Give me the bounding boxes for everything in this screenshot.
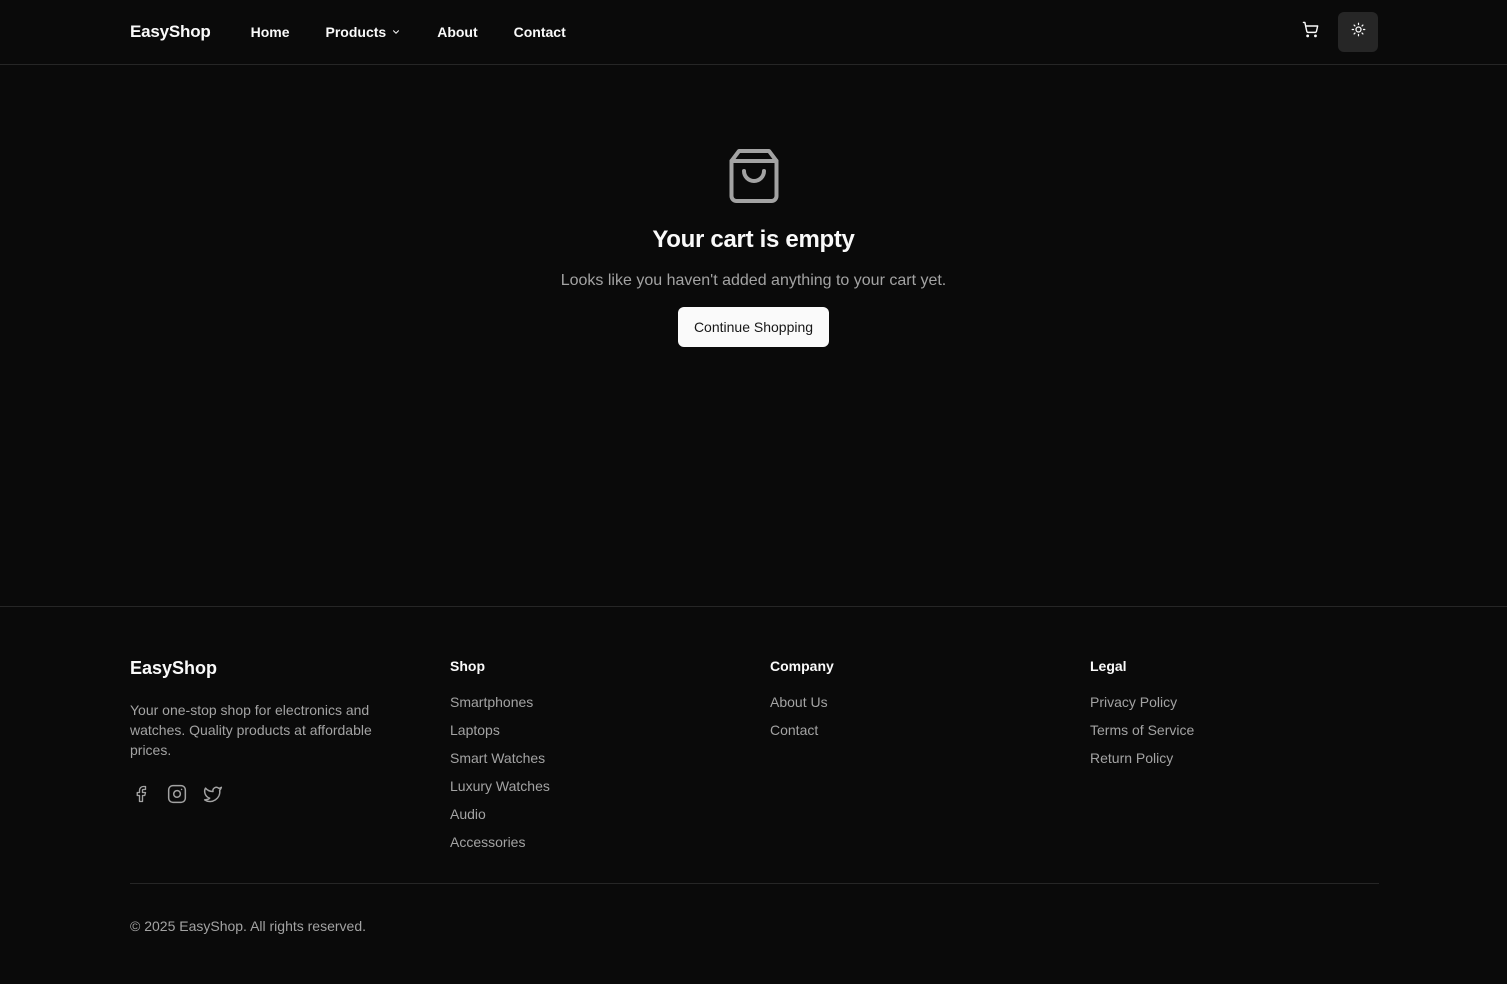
brand-logo[interactable]: EasyShop bbox=[130, 22, 211, 42]
footer-columns: EasyShop Your one-stop shop for electron… bbox=[130, 607, 1379, 867]
instagram-icon[interactable] bbox=[166, 783, 188, 805]
sun-icon bbox=[1351, 22, 1366, 42]
cart-button[interactable] bbox=[1290, 12, 1330, 52]
facebook-icon[interactable] bbox=[130, 783, 152, 805]
footer-link-audio[interactable]: Audio bbox=[450, 804, 550, 832]
nav-products[interactable]: Products bbox=[326, 24, 402, 40]
site-header: EasyShop Home Products About Contact bbox=[0, 0, 1507, 65]
footer-company-heading: Company bbox=[770, 658, 834, 674]
theme-toggle-button[interactable] bbox=[1338, 12, 1378, 52]
page: EasyShop Home Products About Contact You… bbox=[0, 0, 1507, 984]
header-actions bbox=[1290, 12, 1378, 52]
footer-link-about-us[interactable]: About Us bbox=[770, 692, 828, 720]
footer-shop-links: Smartphones Laptops Smart Watches Luxury… bbox=[450, 692, 550, 860]
header-inner: EasyShop Home Products About Contact bbox=[130, 0, 1378, 64]
site-footer: EasyShop Your one-stop shop for electron… bbox=[0, 606, 1507, 984]
footer-link-return-policy[interactable]: Return Policy bbox=[1090, 748, 1194, 776]
shopping-bag-icon bbox=[724, 145, 784, 207]
footer-link-smart-watches[interactable]: Smart Watches bbox=[450, 748, 550, 776]
continue-shopping-button[interactable]: Continue Shopping bbox=[677, 307, 830, 347]
twitter-icon[interactable] bbox=[202, 783, 224, 805]
chevron-down-icon bbox=[391, 27, 401, 37]
nav-about[interactable]: About bbox=[437, 24, 477, 40]
copyright-text: © 2025 EasyShop. All rights reserved. bbox=[130, 918, 366, 934]
footer-brand: EasyShop bbox=[130, 658, 218, 678]
empty-cart-title: Your cart is empty bbox=[652, 226, 855, 253]
main-nav: EasyShop Home Products About Contact bbox=[130, 22, 602, 42]
footer-legal-heading: Legal bbox=[1090, 658, 1127, 674]
footer-link-laptops[interactable]: Laptops bbox=[450, 720, 550, 748]
footer-company-links: About Us Contact bbox=[770, 692, 828, 748]
footer-link-luxury-watches[interactable]: Luxury Watches bbox=[450, 776, 550, 804]
footer-link-privacy-policy[interactable]: Privacy Policy bbox=[1090, 692, 1194, 720]
footer-legal-links: Privacy Policy Terms of Service Return P… bbox=[1090, 692, 1194, 776]
empty-cart-message: Looks like you haven't added anything to… bbox=[560, 272, 947, 289]
footer-link-accessories[interactable]: Accessories bbox=[450, 832, 550, 860]
nav-contact[interactable]: Contact bbox=[514, 24, 566, 40]
footer-link-terms-of-service[interactable]: Terms of Service bbox=[1090, 720, 1194, 748]
footer-tagline: Your one-stop shop for electronics and w… bbox=[130, 702, 372, 758]
social-links bbox=[130, 783, 238, 805]
footer-link-contact[interactable]: Contact bbox=[770, 720, 828, 748]
footer-shop-heading: Shop bbox=[450, 658, 485, 674]
nav-products-label: Products bbox=[325, 24, 387, 40]
footer-divider bbox=[130, 883, 1379, 884]
footer-link-smartphones[interactable]: Smartphones bbox=[450, 692, 550, 720]
empty-cart-state: Your cart is empty Looks like you haven'… bbox=[0, 145, 1507, 347]
shopping-cart-icon bbox=[1302, 21, 1319, 43]
nav-home[interactable]: Home bbox=[251, 24, 290, 40]
